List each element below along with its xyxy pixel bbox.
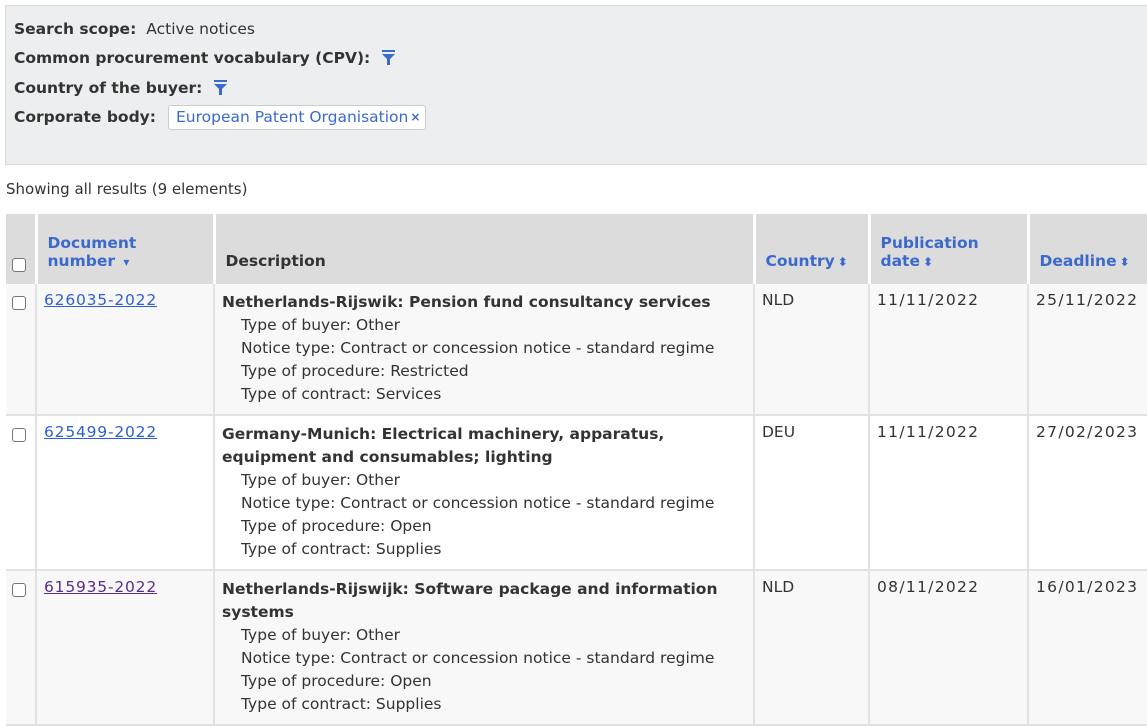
publication-date-cell: 08/11/2022 <box>868 570 1028 726</box>
notice-type: Notice type: Contract or concession noti… <box>241 494 715 512</box>
buyer-type: Type of buyer: Other <box>241 316 401 334</box>
document-number-cell: 626035-2022 <box>35 284 214 416</box>
sort-icon: ⬍ <box>1119 255 1130 269</box>
buyer-type: Type of buyer: Other <box>241 471 401 489</box>
header-description: Description <box>212 214 754 284</box>
sort-icon: ⬍ <box>922 255 934 269</box>
country-label: Country of the buyer: <box>14 78 203 97</box>
notice-title: Germany-Munich: Electrical machinery, ap… <box>222 425 665 466</box>
sort-icon: ⬍ <box>837 255 848 269</box>
row-select-cell <box>6 415 36 571</box>
header-deadline[interactable]: Deadline ⬍ <box>1026 214 1147 284</box>
document-link[interactable]: 625499-2022 <box>44 423 157 441</box>
header-publication-date[interactable]: Publication date ⬍ <box>867 214 1028 284</box>
procedure-type: Type of procedure: Open <box>241 672 432 690</box>
select-all-checkbox[interactable] <box>12 258 26 272</box>
row-checkbox[interactable] <box>12 428 26 442</box>
deadline-cell: 25/11/2022 <box>1027 284 1147 416</box>
notice-title: Netherlands-Rijswik: Pension fund consul… <box>222 293 711 311</box>
corporate-body-chip-label: European Patent Organisation <box>175 107 409 126</box>
deadline-cell: 16/01/2023 <box>1027 570 1147 726</box>
header-country-label: Country <box>765 252 835 270</box>
table-row: 626035-2022 Netherlands-Rijswik: Pension… <box>6 284 1147 416</box>
row-checkbox[interactable] <box>12 296 26 310</box>
table-header-row: Document number ▾ Description Country ⬍ P… <box>6 214 1147 284</box>
filter-country: Country of the buyer: <box>14 73 1146 103</box>
country-filter-icon[interactable] <box>214 79 228 96</box>
results-summary: Showing all results (9 elements) <box>6 180 248 198</box>
document-number-cell: 615935-2022 <box>35 570 214 726</box>
cpv-label: Common procurement vocabulary (CPV): <box>14 49 371 68</box>
corporate-body-chip[interactable]: European Patent Organisation × <box>167 104 427 130</box>
select-all-cell <box>6 214 36 284</box>
header-document-line1: Document <box>47 234 137 252</box>
row-checkbox[interactable] <box>12 583 26 597</box>
header-document-number[interactable]: Document number ▾ <box>34 214 214 284</box>
description-cell: Netherlands-Rijswik: Pension fund consul… <box>213 284 754 416</box>
country-cell: NLD <box>753 284 869 416</box>
document-link[interactable]: 615935-2022 <box>44 578 157 596</box>
search-scope-label: Search scope: <box>14 19 137 38</box>
publication-date-cell: 11/11/2022 <box>868 415 1028 571</box>
contract-type: Type of contract: Supplies <box>241 695 442 713</box>
row-select-cell <box>6 570 36 726</box>
cpv-filter-icon[interactable] <box>382 50 396 66</box>
country-cell: DEU <box>753 415 869 571</box>
header-publication-line2: date <box>880 252 920 270</box>
header-country[interactable]: Country ⬍ <box>752 214 869 284</box>
search-filters-panel: Search scope: Active notices Common proc… <box>5 5 1147 165</box>
contract-type: Type of contract: Services <box>241 385 442 403</box>
document-link[interactable]: 626035-2022 <box>44 291 157 309</box>
description-cell: Netherlands-Rijswijk: Software package a… <box>213 570 754 726</box>
document-number-cell: 625499-2022 <box>35 415 214 571</box>
publication-date-cell: 11/11/2022 <box>868 284 1028 416</box>
country-cell: NLD <box>753 570 869 726</box>
description-cell: Germany-Munich: Electrical machinery, ap… <box>213 415 754 571</box>
header-publication-line1: Publication <box>880 234 979 252</box>
procedure-type: Type of procedure: Open <box>241 517 432 535</box>
notice-type: Notice type: Contract or concession noti… <box>241 339 715 357</box>
filter-corporate-body: Corporate body: European Patent Organisa… <box>14 103 1146 133</box>
results-table: Document number ▾ Description Country ⬍ P… <box>6 214 1147 726</box>
filter-cpv: Common procurement vocabulary (CPV): <box>14 44 1146 74</box>
row-select-cell <box>6 284 36 416</box>
notice-title: Netherlands-Rijswijk: Software package a… <box>222 580 718 621</box>
deadline-cell: 27/02/2023 <box>1027 415 1147 571</box>
sort-desc-icon: ▾ <box>123 255 130 269</box>
buyer-type: Type of buyer: Other <box>241 626 401 644</box>
table-row: 615935-2022 Netherlands-Rijswijk: Softwa… <box>6 570 1147 726</box>
filter-search-scope: Search scope: Active notices <box>14 14 1146 44</box>
contract-type: Type of contract: Supplies <box>241 540 442 558</box>
close-icon[interactable]: × <box>410 110 420 124</box>
corporate-body-label: Corporate body: <box>14 108 156 127</box>
procedure-type: Type of procedure: Restricted <box>241 362 469 380</box>
header-document-line2: number <box>47 252 115 270</box>
search-scope-value: Active notices <box>146 19 255 38</box>
table-row: 625499-2022 Germany-Munich: Electrical m… <box>6 415 1147 571</box>
header-deadline-label: Deadline <box>1039 252 1117 270</box>
notice-type: Notice type: Contract or concession noti… <box>241 649 715 667</box>
